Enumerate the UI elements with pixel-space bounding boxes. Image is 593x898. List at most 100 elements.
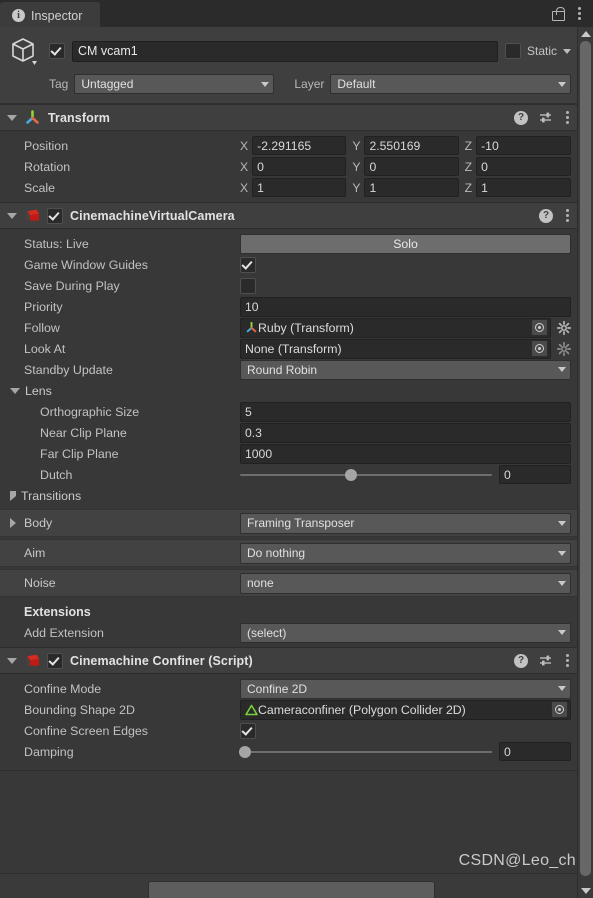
foldout-transitions-icon[interactable]	[10, 490, 16, 501]
add-extension-dropdown[interactable]: (select)	[240, 622, 571, 643]
far-clip-plane-input[interactable]: 1000	[240, 443, 571, 464]
lock-open-icon[interactable]	[552, 6, 565, 21]
object-picker-icon[interactable]	[551, 701, 568, 718]
damping-slider[interactable]	[239, 745, 492, 759]
vertical-scrollbar[interactable]	[577, 27, 593, 898]
virtual-camera-header-actions: ?	[539, 207, 571, 224]
confine-screen-edges-checkbox[interactable]	[240, 722, 256, 739]
confiner-enabled-checkbox[interactable]	[47, 652, 63, 669]
bounding-shape-row: Bounding Shape 2D Cameraconfiner (Polygo…	[0, 699, 593, 720]
far-clip-plane-row: Far Clip Plane 1000	[0, 443, 593, 464]
object-picker-icon[interactable]	[531, 319, 548, 336]
scroll-up-arrow-icon[interactable]	[580, 31, 591, 37]
polygon-collider-icon	[245, 704, 258, 716]
game-window-guides-row: Game Window Guides	[0, 254, 593, 275]
noise-label: Noise	[24, 576, 56, 590]
body-value: Framing Transposer	[247, 516, 355, 530]
confiner-body: Confine Mode Confine 2D Bounding Shape 2…	[0, 674, 593, 766]
section-divider	[0, 770, 593, 771]
virtual-camera-enabled-checkbox[interactable]	[47, 207, 63, 224]
look-at-object-field[interactable]: None (Transform)	[240, 338, 551, 359]
position-z-input[interactable]: -10	[476, 136, 571, 155]
chevron-down-icon	[558, 686, 566, 691]
help-icon[interactable]: ?	[539, 208, 553, 223]
pipeline-stages: Body Framing Transposer Aim Do nothing N…	[0, 509, 593, 597]
damping-input[interactable]: 0	[499, 742, 571, 761]
tag-dropdown[interactable]: Untagged	[74, 74, 275, 94]
object-name-input[interactable]: CM vcam1	[72, 40, 498, 62]
confine-screen-edges-row: Confine Screen Edges	[0, 720, 593, 741]
kebab-menu-icon[interactable]	[564, 109, 571, 126]
near-clip-plane-label: Near Clip Plane	[40, 425, 127, 440]
lens-foldout-row[interactable]: Lens	[0, 380, 593, 401]
orthographic-size-input[interactable]: 5	[240, 401, 571, 422]
foldout-lens-icon[interactable]	[10, 387, 20, 394]
dutch-slider[interactable]	[240, 468, 492, 482]
static-checkbox[interactable]	[504, 43, 521, 59]
follow-object-field[interactable]: Ruby (Transform)	[240, 317, 551, 338]
bounding-shape-label: Bounding Shape 2D	[24, 702, 135, 717]
kebab-menu-icon[interactable]	[564, 207, 571, 224]
foldout-body-icon[interactable]	[10, 518, 16, 528]
rotation-fields: X0 Y0 Z0	[240, 157, 571, 176]
game-window-guides-checkbox[interactable]	[240, 256, 256, 273]
component-header-virtual-camera[interactable]: CinemachineVirtualCamera ?	[0, 202, 593, 229]
component-header-transform[interactable]: Transform ?	[0, 104, 593, 131]
chevron-down-icon	[558, 520, 566, 526]
solo-button[interactable]: Solo	[240, 233, 571, 254]
scale-z-input[interactable]: 1	[476, 178, 571, 197]
foldout-confiner-icon[interactable]	[7, 657, 17, 664]
confiner-title: Cinemachine Confiner (Script)	[70, 653, 253, 668]
object-enabled-checkbox[interactable]	[49, 43, 65, 59]
transitions-foldout-row[interactable]: Transitions	[0, 485, 593, 506]
transform-rotation-row: Rotation X0 Y0 Z0	[0, 156, 593, 177]
scroll-down-arrow-icon[interactable]	[580, 888, 591, 894]
watermark: CSDN@Leo_ch	[458, 852, 576, 869]
help-icon[interactable]: ?	[514, 110, 528, 125]
position-label: Position	[24, 138, 69, 153]
gear-icon[interactable]	[556, 320, 572, 335]
scale-y-input[interactable]: 1	[364, 178, 459, 197]
body-dropdown[interactable]: Framing Transposer	[240, 512, 571, 534]
bounding-shape-object-field[interactable]: Cameraconfiner (Polygon Collider 2D)	[240, 699, 571, 720]
component-header-confiner[interactable]: Cinemachine Confiner (Script) ?	[0, 647, 593, 674]
tab-inspector[interactable]: i Inspector	[0, 2, 101, 29]
axis-label-y: Y	[352, 138, 361, 153]
dutch-slider-handle[interactable]	[344, 468, 357, 481]
body-label-group[interactable]: Body	[0, 516, 240, 530]
rotation-y-input[interactable]: 0	[364, 157, 459, 176]
info-icon: i	[12, 9, 25, 22]
priority-input[interactable]: 10	[240, 296, 571, 317]
chevron-down-icon	[558, 550, 566, 556]
rotation-z-input[interactable]: 0	[476, 157, 571, 176]
damping-slider-handle[interactable]	[239, 745, 252, 758]
gear-icon[interactable]	[556, 341, 572, 356]
standby-update-dropdown[interactable]: Round Robin	[240, 359, 571, 380]
scale-x-input[interactable]: 1	[252, 178, 347, 197]
body-label: Body	[24, 516, 53, 530]
tag-value: Untagged	[81, 77, 134, 91]
near-clip-plane-input[interactable]: 0.3	[240, 422, 571, 443]
position-y-input[interactable]: 2.550169	[364, 136, 459, 155]
rotation-x-input[interactable]: 0	[252, 157, 347, 176]
layer-dropdown[interactable]: Default	[330, 74, 571, 94]
kebab-menu-icon[interactable]	[576, 5, 583, 22]
scrollbar-thumb[interactable]	[580, 41, 591, 876]
preset-icon[interactable]	[539, 111, 553, 125]
add-component-button[interactable]	[148, 881, 435, 898]
preset-icon[interactable]	[539, 654, 553, 668]
help-icon[interactable]: ?	[514, 653, 528, 668]
foldout-virtual-camera-icon[interactable]	[7, 212, 17, 219]
noise-dropdown[interactable]: none	[240, 572, 571, 594]
dutch-input[interactable]: 0	[499, 465, 571, 484]
kebab-menu-icon[interactable]	[564, 652, 571, 669]
object-picker-icon[interactable]	[531, 340, 548, 357]
confiner-header-actions: ?	[514, 652, 571, 669]
chevron-down-icon[interactable]	[563, 48, 571, 54]
save-during-play-checkbox[interactable]	[240, 277, 256, 294]
aim-dropdown[interactable]: Do nothing	[240, 542, 571, 564]
confine-mode-dropdown[interactable]: Confine 2D	[240, 678, 571, 699]
transform-header-actions: ?	[514, 109, 571, 126]
position-x-input[interactable]: -2.291165	[252, 136, 347, 155]
foldout-transform-icon[interactable]	[7, 114, 17, 121]
